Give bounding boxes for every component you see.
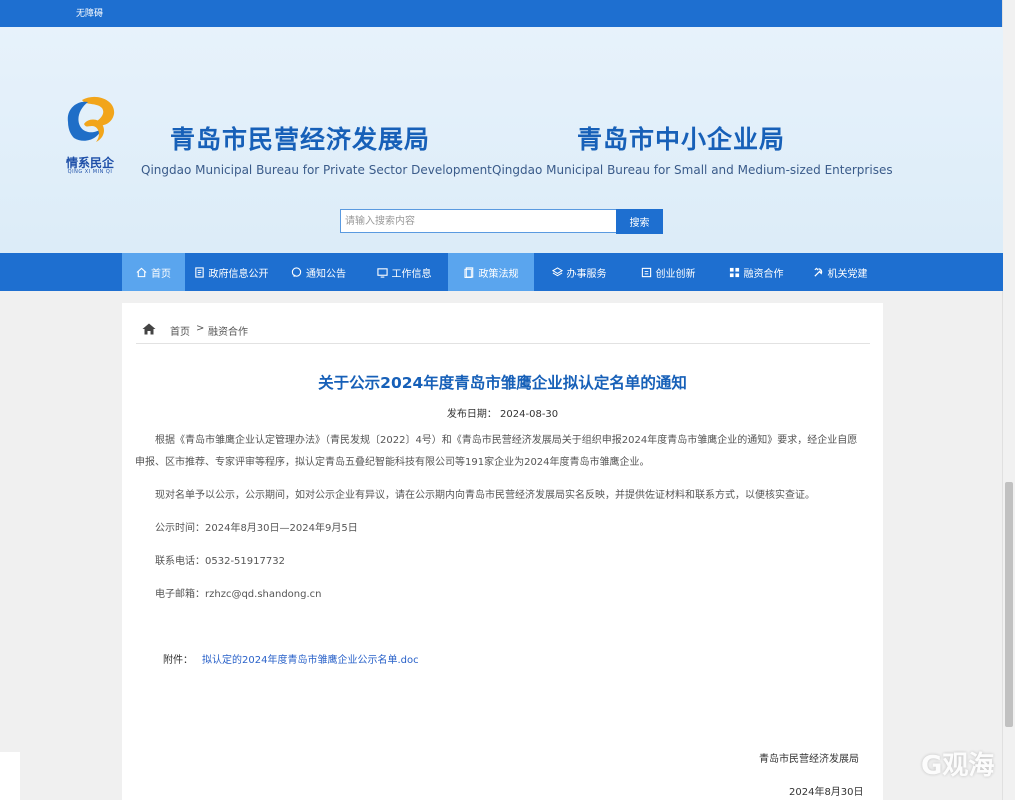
nav-label: 政府信息公开 <box>208 268 269 280</box>
org1-name-cn: 青岛市民营经济发展局 <box>170 125 431 154</box>
breadcrumb: 首页 > 融资合作 <box>136 321 870 344</box>
publish-date-value: 2024-08-30 <box>500 409 559 420</box>
home-icon <box>136 267 147 278</box>
nav-label: 通知公告 <box>306 268 346 280</box>
chat-icon <box>291 266 302 278</box>
attachment-label: 附件： <box>163 655 193 666</box>
nav-label: 工作信息 <box>391 268 432 280</box>
org2-name-en: Qingdao Municipal Bureau for Small and M… <box>492 163 893 177</box>
paragraph-basis: 根据《青岛市雏鹰企业认定管理办法》（青民发规〔2022〕4号）和《青岛市民营经济… <box>135 430 875 474</box>
nav-label: 政策法规 <box>478 268 519 280</box>
document-icon <box>194 266 205 278</box>
signature-date: 2024年8月30日 <box>789 787 864 798</box>
nav-label: 创业创新 <box>655 268 696 280</box>
breadcrumb-home[interactable]: 首页 <box>170 323 190 338</box>
attachment-link[interactable]: 拟认定的2024年度青岛市雏鹰企业公示名单.doc <box>202 651 419 666</box>
paragraph-line: 申报、区市推荐、专家评审等程序，拟认定青岛五叠纪智能科技有限公司等191家企业为… <box>135 457 650 468</box>
logo[interactable]: 情系民企 QING XI MIN QI <box>62 94 118 176</box>
article-title: 关于公示2024年度青岛市雏鹰企业拟认定名单的通知 <box>318 374 687 392</box>
breadcrumb-current[interactable]: 融资合作 <box>208 323 248 338</box>
nav-label: 机关党建 <box>827 268 868 280</box>
watermark-logo: G观海 <box>921 751 995 781</box>
signature-org: 青岛市民营经济发展局 <box>759 754 859 765</box>
main-nav: 首页 政府信息公开 通知公告 工作信息 政策法规 办事服务 创业创新 融资合作 … <box>0 253 1003 291</box>
nav-item-work-info[interactable]: 工作信息 <box>360 253 448 291</box>
nav-item-financing[interactable]: 融资合作 <box>712 253 800 291</box>
scrollbar-thumb[interactable] <box>1005 482 1013 727</box>
nav-item-notices[interactable]: 通知公告 <box>277 253 360 291</box>
article-panel: 首页 > 融资合作 关于公示2024年度青岛市雏鹰企业拟认定名单的通知 发布日期… <box>122 303 883 800</box>
paragraph-line: 根据《青岛市雏鹰企业认定管理办法》（青民发规〔2022〕4号）和《青岛市民营经济… <box>155 435 858 446</box>
nav-item-gov-info[interactable]: 政府信息公开 <box>185 253 277 291</box>
nav-label: 首页 <box>151 268 171 280</box>
publish-date: 发布日期： 2024-08-30 <box>122 405 883 420</box>
nav-label: 融资合作 <box>743 268 784 280</box>
nav-label: 办事服务 <box>566 268 607 280</box>
layers-icon <box>551 266 563 278</box>
top-bar: 无障碍 <box>0 0 1003 27</box>
publish-date-label: 发布日期： <box>446 409 497 420</box>
scrollbar[interactable] <box>1002 0 1015 800</box>
nav-item-innovation[interactable]: 创业创新 <box>624 253 712 291</box>
nav-item-services[interactable]: 办事服务 <box>534 253 624 291</box>
contact-email: 电子邮箱：rzhzc@qd.shandong.cn <box>155 589 322 600</box>
logo-subcaption: QING XI MIN QI <box>67 169 113 175</box>
home-icon[interactable] <box>142 323 156 335</box>
logo-emblem-icon <box>67 96 115 142</box>
nav-item-party[interactable]: 机关党建 <box>800 253 880 291</box>
breadcrumb-separator: > <box>196 323 205 334</box>
org1-name-en: Qingdao Municipal Bureau for Private Sec… <box>141 163 492 177</box>
monitor-icon <box>376 267 388 278</box>
search-button[interactable]: 搜索 <box>616 209 663 234</box>
frame-icon <box>641 267 652 278</box>
publicity-period: 公示时间：2024年8月30日—2024年9月5日 <box>155 523 358 534</box>
grid-icon <box>729 267 740 278</box>
search-input[interactable] <box>340 209 620 233</box>
party-icon <box>813 267 824 278</box>
accessibility-link[interactable]: 无障碍 <box>76 6 103 19</box>
side-edge <box>0 752 20 800</box>
policy-icon <box>463 266 475 278</box>
contact-phone: 联系电话：0532-51917732 <box>155 556 285 567</box>
nav-item-policy[interactable]: 政策法规 <box>448 253 534 291</box>
paragraph-publicity: 现对名单予以公示，公示期间，如对公示企业有异议，请在公示期内向青岛市民营经济发展… <box>155 490 815 501</box>
org2-name-cn: 青岛市中小企业局 <box>577 125 786 154</box>
nav-item-home[interactable]: 首页 <box>122 253 185 291</box>
